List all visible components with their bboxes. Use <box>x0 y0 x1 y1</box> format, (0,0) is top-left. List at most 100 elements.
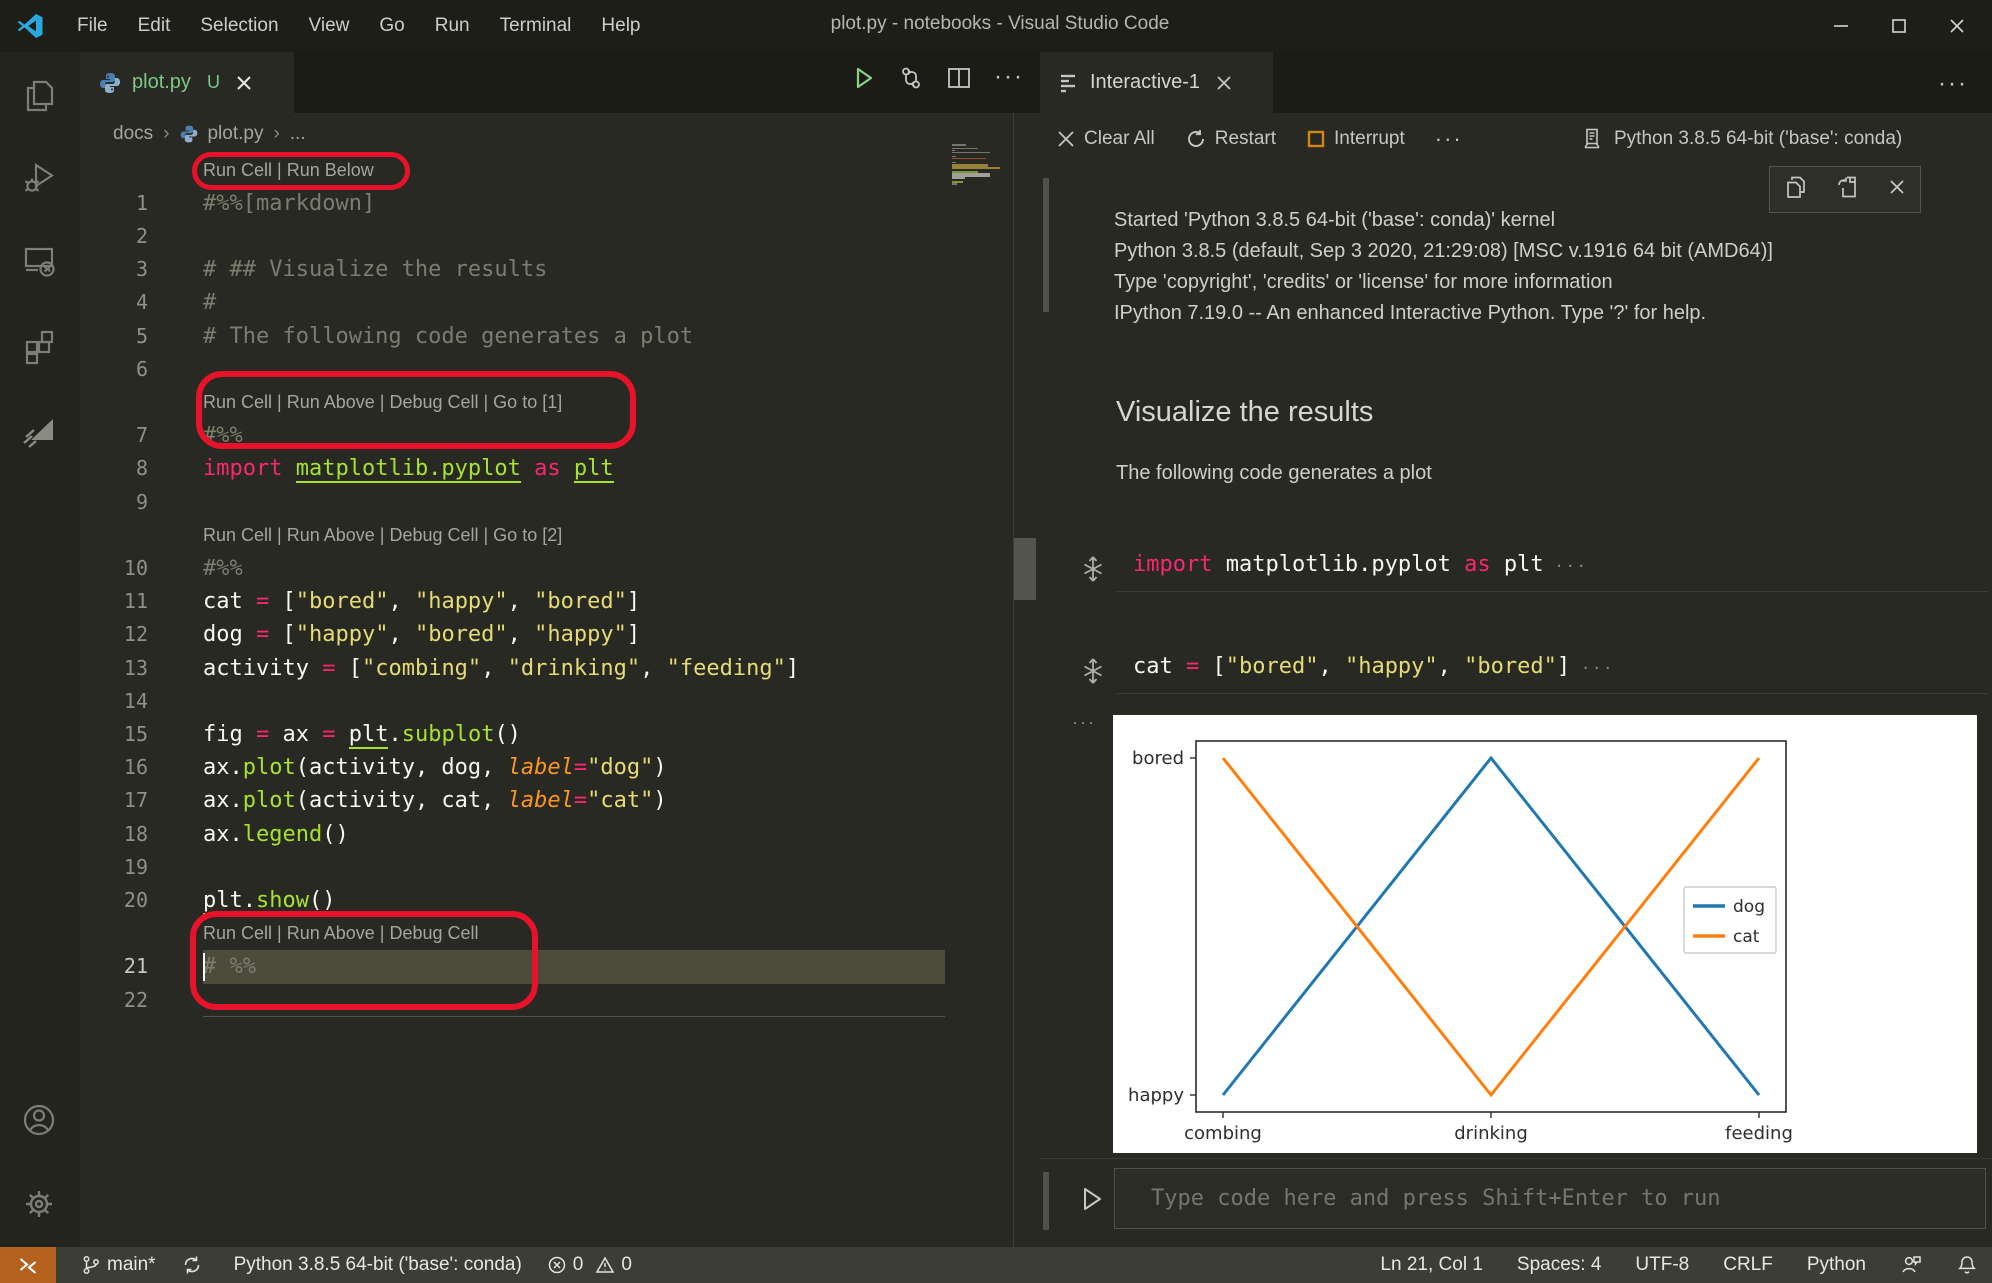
tab-label: plot.py <box>132 71 191 94</box>
breadcrumb-item[interactable]: docs <box>113 123 153 145</box>
feedback-icon[interactable] <box>1900 1254 1922 1276</box>
settings-gear-icon[interactable] <box>22 1187 58 1223</box>
remote-indicator[interactable] <box>0 1247 56 1283</box>
branch-icon <box>81 1255 101 1275</box>
more-actions-icon[interactable]: ··· <box>994 65 1024 96</box>
warnings-count: 0 <box>621 1254 632 1276</box>
notifications-bell-icon[interactable] <box>1956 1254 1978 1276</box>
tab-close-icon[interactable] <box>236 75 252 91</box>
code-line: 1#%%[markdown] <box>80 187 1013 221</box>
extensions-icon[interactable] <box>22 329 58 365</box>
toolbar-more-icon[interactable]: ··· <box>1435 126 1463 152</box>
menu-terminal[interactable]: Terminal <box>485 0 587 52</box>
code-line: 11cat = ["bored", "happy", "bored"] <box>80 585 1013 619</box>
copy-icon[interactable] <box>1783 174 1809 205</box>
line-number: 15 <box>80 718 148 751</box>
editor-scrollbar-thumb[interactable] <box>1014 538 1036 600</box>
status-item[interactable]: Python <box>1807 1254 1866 1276</box>
clear-icon <box>1056 129 1076 149</box>
interrupt-button[interactable]: Interrupt <box>1306 128 1405 150</box>
menu-go[interactable]: Go <box>364 0 419 52</box>
clear-all-button[interactable]: Clear All <box>1056 128 1155 150</box>
close-button[interactable] <box>1928 0 1986 52</box>
restart-label: Restart <box>1215 128 1276 150</box>
sync-indicator[interactable] <box>181 1254 209 1276</box>
chevron-right-icon: › <box>163 123 169 145</box>
line-number: 5 <box>80 320 148 353</box>
code-line: 15fig = ax = plt.subplot() <box>80 718 1013 752</box>
status-item[interactable]: CRLF <box>1723 1254 1773 1276</box>
line-number: 12 <box>80 618 148 651</box>
tab-close-icon[interactable] <box>1216 75 1232 91</box>
minimap[interactable] <box>952 144 1012 188</box>
code-input-field[interactable]: Type code here and press Shift+Enter to … <box>1114 1168 1986 1229</box>
code-line: 5# The following code generates a plot <box>80 320 1013 354</box>
python-interpreter-indicator[interactable]: Python 3.8.5 64-bit ('base': conda) <box>234 1254 522 1276</box>
errors-icon <box>547 1255 567 1275</box>
drag-cell-icon[interactable] <box>1080 555 1106 588</box>
problems-indicator[interactable]: 0 0 <box>547 1254 632 1276</box>
git-branch-indicator[interactable]: main* <box>81 1254 156 1276</box>
code-line: 12dog = ["happy", "bored", "happy"] <box>80 618 1013 652</box>
editor-group-divider[interactable] <box>1013 113 1014 1247</box>
python-file-icon <box>179 124 199 144</box>
menu-file[interactable]: File <box>62 0 123 52</box>
export-icon[interactable] <box>1835 174 1861 205</box>
line-number: 13 <box>80 652 148 685</box>
warnings-icon <box>595 1255 615 1275</box>
tab-interactive-1[interactable]: Interactive-1 <box>1040 52 1273 113</box>
input-separator <box>1040 1158 1992 1159</box>
publish-icon[interactable] <box>22 413 58 449</box>
code-line: 19 <box>80 851 1013 885</box>
status-item[interactable]: Spaces: 4 <box>1517 1254 1602 1276</box>
run-debug-icon[interactable] <box>22 160 58 196</box>
breadcrumb-item[interactable]: plot.py <box>207 123 263 145</box>
input-placeholder: Type code here and press Shift+Enter to … <box>1151 1186 1721 1211</box>
breadcrumb[interactable]: docs›plot.py›... <box>113 117 306 151</box>
cell-separator-line <box>203 1016 945 1017</box>
maximize-button[interactable] <box>1870 0 1928 52</box>
run-file-icon[interactable] <box>850 65 876 96</box>
interrupt-label: Interrupt <box>1334 128 1405 150</box>
breadcrumb-item[interactable]: ... <box>290 123 306 145</box>
run-input-icon[interactable] <box>1076 1184 1106 1219</box>
plot-cell-more-icon[interactable]: ··· <box>1072 712 1096 733</box>
code-line: 16ax.plot(activity, dog, label="dog") <box>80 751 1013 785</box>
menu-selection[interactable]: Selection <box>185 0 293 52</box>
kernel-selector[interactable]: Python 3.8.5 64-bit ('base': conda) <box>1580 113 1902 165</box>
interactive-window-icon <box>1058 72 1080 94</box>
tab-plot-py[interactable]: plot.py U <box>80 52 294 113</box>
remote-explorer-icon[interactable] <box>22 243 58 279</box>
annotation-red-circle-2 <box>196 371 636 449</box>
menu-view[interactable]: View <box>294 0 365 52</box>
input-scrollbar-thumb[interactable] <box>1043 1172 1049 1230</box>
close-output-icon[interactable] <box>1887 177 1907 202</box>
errors-count: 0 <box>573 1254 584 1276</box>
sync-icon <box>181 1254 203 1276</box>
account-icon[interactable] <box>22 1103 58 1139</box>
codelens-row[interactable]: Run Cell | Run Above | Debug Cell | Go t… <box>80 519 1013 553</box>
minimize-button[interactable] <box>1812 0 1870 52</box>
line-number: 22 <box>80 984 148 1017</box>
tab-label: Interactive-1 <box>1090 71 1200 94</box>
menu-edit[interactable]: Edit <box>123 0 186 52</box>
line-number: 9 <box>80 486 148 519</box>
line-number: 19 <box>80 851 148 884</box>
menu-run[interactable]: Run <box>420 0 485 52</box>
status-item[interactable]: Ln 21, Col 1 <box>1380 1254 1482 1276</box>
line-number: 18 <box>80 818 148 851</box>
interactive-scrollbar-thumb[interactable] <box>1043 178 1049 312</box>
codelens-actions[interactable]: Run Cell | Run Above | Debug Cell | Go t… <box>203 519 562 552</box>
split-editor-icon[interactable] <box>946 65 972 96</box>
panel-more-icon[interactable]: ··· <box>1938 70 1968 98</box>
tab-modified-badge: U <box>207 72 220 93</box>
restart-button[interactable]: Restart <box>1185 128 1276 150</box>
open-changes-icon[interactable] <box>898 65 924 96</box>
plot-svg: combingdrinkingfeedingboredhappydogcat <box>1113 715 1977 1153</box>
explorer-icon[interactable] <box>22 77 58 113</box>
menu-help[interactable]: Help <box>586 0 655 52</box>
status-item[interactable]: UTF-8 <box>1635 1254 1689 1276</box>
line-number: 14 <box>80 685 148 718</box>
drag-cell-icon[interactable] <box>1080 657 1106 690</box>
svg-text:cat: cat <box>1733 927 1760 947</box>
